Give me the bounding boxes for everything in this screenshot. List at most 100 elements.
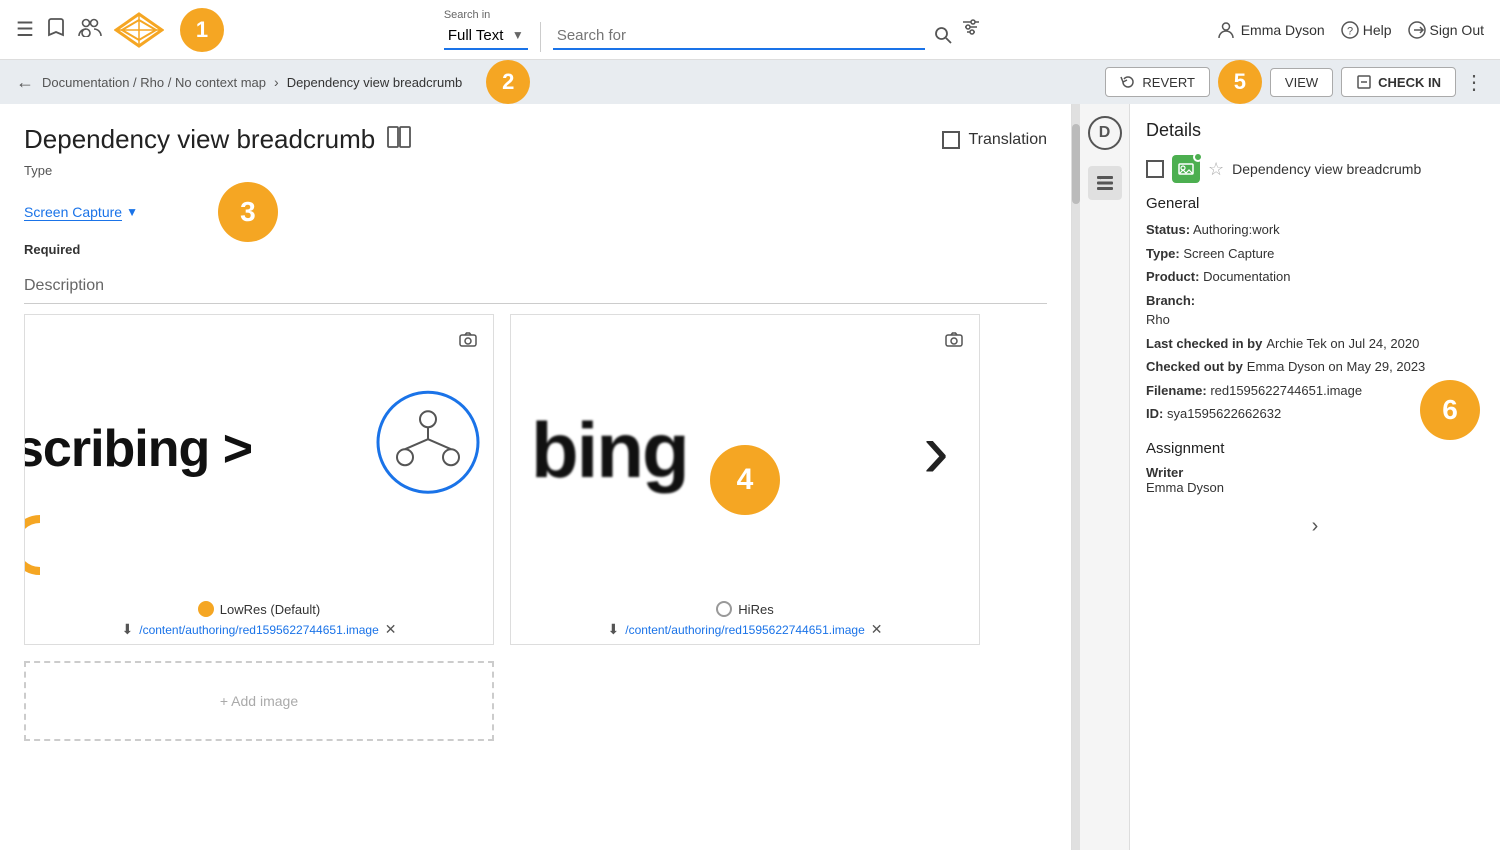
sidebar-chevron[interactable]: › [1146, 495, 1484, 538]
sidebar-d-button[interactable]: D [1088, 116, 1122, 150]
back-button[interactable]: ← [16, 72, 34, 93]
bookmark-icon[interactable] [46, 16, 66, 44]
image-radio-lowres: LowRes (Default) [25, 595, 493, 619]
details-item-row: ☆ Dependency view breadcrumb [1146, 155, 1484, 183]
image-card-lowres: scribing > [24, 314, 494, 645]
revert-button[interactable]: REVERT [1105, 67, 1210, 97]
scribing-text: scribing > [25, 419, 252, 479]
radio-hires-label: HiRes [738, 602, 773, 617]
users-icon[interactable] [78, 17, 102, 43]
badge-4: 4 [710, 445, 780, 515]
menu-icon[interactable]: ☰ [16, 17, 34, 42]
search-submit-icon[interactable] [933, 25, 953, 50]
image-path-left: /content/authoring/red1595622744651.imag… [139, 623, 379, 637]
bing-text: bing [531, 405, 688, 496]
type-detail-label: Type: [1146, 246, 1180, 261]
signout-label: Sign Out [1430, 22, 1484, 38]
id-label: ID: [1146, 406, 1163, 421]
status-label: Status: [1146, 222, 1190, 237]
image-card-inner-left: scribing > [25, 315, 493, 595]
nav-right: Emma Dyson ? Help Sign Out [1217, 21, 1484, 39]
svg-text:?: ? [1347, 25, 1353, 37]
delete-icon-left[interactable]: ✕ [385, 621, 397, 638]
arrow-big-icon: › [923, 405, 949, 496]
breadcrumb-separator: › [274, 74, 279, 90]
logo-area [114, 12, 164, 48]
page-title: Dependency view breadcrumb [24, 124, 375, 155]
help-button[interactable]: ? Help [1341, 21, 1392, 39]
writer-name: Emma Dyson [1146, 480, 1484, 495]
main-scrollbar[interactable] [1072, 104, 1080, 850]
translation-row: Translation [942, 131, 1047, 149]
page-title-row: Dependency view breadcrumb Translation [24, 124, 1047, 155]
checked-out-row: Checked out by Emma Dyson on May 29, 202… [1146, 357, 1484, 377]
checked-out-value: Emma Dyson on May 29, 2023 [1247, 357, 1425, 377]
assignment-title: Assignment [1146, 440, 1484, 457]
image-preview-left: scribing > [25, 315, 493, 595]
filter-icon[interactable] [961, 17, 981, 42]
badge-5: 5 [1218, 60, 1262, 104]
chevron-right-icon: › [1312, 515, 1319, 538]
add-image-plus: + Add image [220, 693, 298, 709]
orange-arc [25, 515, 70, 575]
type-select[interactable]: Screen Capture ▼ [24, 204, 138, 221]
delete-icon-right[interactable]: ✕ [871, 621, 883, 638]
sidebar-lines-button[interactable] [1088, 166, 1122, 200]
id-value: sya1595622662632 [1167, 406, 1281, 421]
checkin-button[interactable]: CHECK IN [1341, 67, 1456, 97]
download-icon-left[interactable]: ⬇ [122, 621, 134, 638]
badge-1: 1 [180, 8, 224, 52]
status-row: Status: Authoring:work [1146, 220, 1484, 240]
product-row: Product: Documentation [1146, 267, 1484, 287]
description-label: Description [24, 277, 1047, 304]
search-input-wrap [553, 23, 953, 50]
search-area: Search in Full Text Title ▼ [236, 8, 1189, 52]
general-title: General [1146, 195, 1484, 212]
last-checkedin-value: Archie Tek on Jul 24, 2020 [1266, 334, 1419, 354]
type-row: Type: Screen Capture [1146, 244, 1484, 264]
image-icon-btn-right[interactable] [937, 323, 971, 357]
translation-checkbox[interactable] [942, 131, 960, 149]
image-path-row-left: ⬇ /content/authoring/red1595622744651.im… [25, 619, 493, 644]
writer-label: Writer [1146, 465, 1484, 480]
split-view-icon[interactable] [387, 126, 411, 154]
type-dropdown-arrow: ▼ [126, 205, 138, 219]
add-image-area[interactable]: + Add image [24, 661, 494, 741]
details-title: Details [1146, 120, 1484, 141]
checked-out-label: Checked out by [1146, 357, 1243, 377]
kebab-menu-button[interactable]: ⋮ [1464, 70, 1484, 95]
breadcrumb-actions: REVERT 5 VIEW CHECK IN ⋮ [1105, 60, 1484, 104]
status-value: Authoring:work [1193, 222, 1280, 237]
search-input[interactable] [553, 23, 925, 50]
breadcrumb-bar: ← Documentation / Rho / No context map ›… [0, 60, 1500, 104]
person-icon [1217, 21, 1235, 39]
green-dot [1193, 152, 1203, 162]
signout-button[interactable]: Sign Out [1408, 21, 1484, 39]
breadcrumb-current: Dependency view breadcrumb [287, 75, 463, 90]
download-icon-right[interactable]: ⬇ [608, 621, 620, 638]
user-name: Emma Dyson [1241, 22, 1325, 38]
image-card-hires: 4 bing › HiRes [510, 314, 980, 645]
details-panel: Details ☆ Dependency view breadcrumb Gen… [1130, 104, 1500, 850]
type-detail-value: Screen Capture [1183, 246, 1274, 261]
translation-label: Translation [968, 131, 1047, 149]
radio-lowres[interactable] [198, 601, 214, 617]
scrollbar-thumb[interactable] [1072, 124, 1080, 204]
details-item-checkbox[interactable] [1146, 160, 1164, 178]
image-icon-btn-left[interactable] [451, 323, 485, 357]
branch-value: Rho [1146, 312, 1170, 327]
radio-hires[interactable] [716, 601, 732, 617]
type-value: Screen Capture [24, 204, 122, 221]
required-label: Required [24, 242, 1047, 257]
view-button[interactable]: VIEW [1270, 68, 1333, 97]
nav-user: Emma Dyson [1217, 21, 1325, 39]
help-label: Help [1363, 22, 1392, 38]
circle-tree-icon [373, 387, 483, 500]
details-filename: Dependency view breadcrumb [1232, 161, 1421, 177]
filename-label: Filename: [1146, 383, 1207, 398]
badge-6: 6 [1420, 380, 1480, 440]
filename-value: red1595622744651.image [1210, 383, 1362, 398]
branch-row: Branch: Rho [1146, 291, 1484, 330]
star-icon[interactable]: ☆ [1208, 159, 1224, 180]
type-section: Type Screen Capture ▼ 3 Required [24, 163, 1047, 257]
